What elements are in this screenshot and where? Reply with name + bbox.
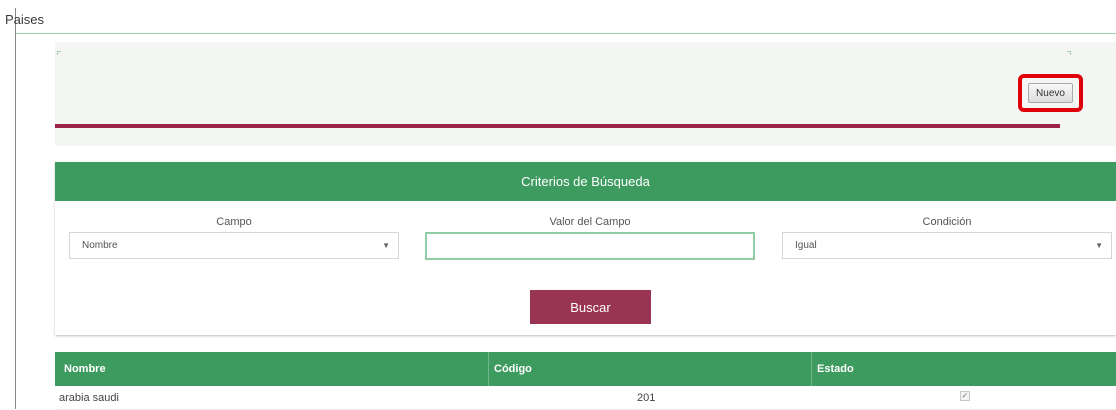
search-header: Criterios de Búsqueda — [55, 162, 1116, 201]
valor-input[interactable] — [425, 232, 755, 260]
chevron-down-icon: ▼ — [382, 241, 390, 250]
cell-codigo: 201 — [637, 392, 656, 404]
column-header-estado[interactable]: Estado — [817, 363, 854, 375]
search-criteria-panel: Criterios de Búsqueda Campo Nombre ▼ Val… — [55, 162, 1116, 335]
title-divider — [16, 33, 1116, 34]
nuevo-button[interactable]: Nuevo — [1028, 83, 1073, 103]
page-title: Paises — [5, 12, 45, 27]
toolbar-panel: Nuevo — [55, 42, 1116, 146]
condicion-select[interactable]: Igual ▼ — [782, 232, 1112, 259]
column-divider — [488, 352, 489, 386]
table-header: Nombre Código Estado — [55, 352, 1116, 386]
campo-label: Campo — [216, 216, 252, 228]
nuevo-highlight: Nuevo — [1018, 74, 1083, 112]
buscar-button[interactable]: Buscar — [530, 290, 651, 324]
column-header-nombre[interactable]: Nombre — [64, 363, 106, 375]
results-table: Nombre Código Estado arabia saudi 201 ✓ — [55, 352, 1116, 410]
corner-mark-icon — [57, 51, 61, 55]
valor-label: Valor del Campo — [549, 216, 631, 228]
cell-nombre: arabia saudi — [59, 392, 119, 404]
campo-select-value: Nombre — [82, 240, 118, 251]
condicion-label: Condición — [922, 216, 972, 228]
chevron-down-icon: ▼ — [1095, 241, 1103, 250]
column-header-codigo[interactable]: Código — [494, 363, 532, 375]
corner-mark-icon — [1067, 51, 1071, 55]
toolbar-divider — [55, 124, 1060, 128]
frame-border — [15, 8, 16, 409]
condicion-select-value: Igual — [795, 240, 817, 251]
table-row[interactable]: arabia saudi 201 ✓ — [55, 386, 1116, 410]
column-divider — [811, 352, 812, 386]
campo-select[interactable]: Nombre ▼ — [69, 232, 399, 259]
estado-checkbox-icon: ✓ — [960, 391, 970, 401]
